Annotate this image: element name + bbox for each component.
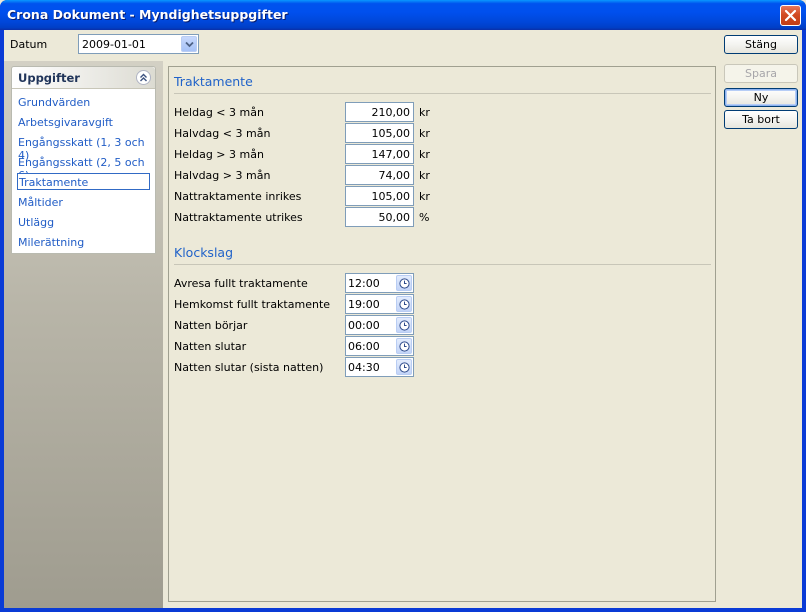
field-label: Heldag > 3 mån xyxy=(174,148,264,161)
content-panel: Traktamente Heldag < 3 mån 210,00 kr Hal… xyxy=(168,66,716,602)
avresa-time-input[interactable]: 12:00 xyxy=(345,273,414,293)
field-label: Nattraktamente utrikes xyxy=(174,211,303,224)
clock-icon xyxy=(398,361,410,373)
time-value: 04:30 xyxy=(348,361,380,374)
datum-label: Datum xyxy=(10,38,48,51)
unit-label: kr xyxy=(419,169,430,182)
collapse-chevrons-icon xyxy=(140,73,147,82)
section-title-klockslag: Klockslag xyxy=(174,245,234,260)
nattraktamente-utrikes-input[interactable]: 50,00 xyxy=(345,207,414,227)
halvdag-gt3-input[interactable]: 74,00 xyxy=(345,165,414,185)
close-dialog-button[interactable]: Stäng xyxy=(724,35,798,54)
sidebar-item-traktamente[interactable]: Traktamente xyxy=(17,173,150,190)
time-value: 06:00 xyxy=(348,340,380,353)
field-label: Halvdag > 3 mån xyxy=(174,169,271,182)
clock-icon xyxy=(398,277,410,289)
datum-value: 2009-01-01 xyxy=(82,38,146,51)
unit-label: kr xyxy=(419,190,430,203)
datum-dropdown-button[interactable] xyxy=(181,36,197,52)
natten-slutar-time-input[interactable]: 06:00 xyxy=(345,336,414,356)
heldag-lt3-input[interactable]: 210,00 xyxy=(345,102,414,122)
close-icon xyxy=(784,9,797,22)
new-button[interactable]: Ny xyxy=(724,88,798,107)
time-picker-button[interactable] xyxy=(396,296,412,312)
natten-slutar-sista-time-input[interactable]: 04:30 xyxy=(345,357,414,377)
save-button[interactable]: Spara xyxy=(724,64,798,83)
section-divider xyxy=(174,93,711,94)
unit-label: kr xyxy=(419,148,430,161)
field-label: Heldag < 3 mån xyxy=(174,106,264,119)
field-label: Nattraktamente inrikes xyxy=(174,190,302,203)
time-value: 00:00 xyxy=(348,319,380,332)
heldag-gt3-input[interactable]: 147,00 xyxy=(345,144,414,164)
halvdag-lt3-input[interactable]: 105,00 xyxy=(345,123,414,143)
field-label: Hemkomst fullt traktamente xyxy=(174,298,331,311)
field-label: Avresa fullt traktamente xyxy=(174,277,308,290)
delete-button[interactable]: Ta bort xyxy=(724,110,798,129)
task-panel: Uppgifter Grundvärden Arbetsgivaravgift … xyxy=(11,66,156,254)
hemkomst-time-input[interactable]: 19:00 xyxy=(345,294,414,314)
sidebar-item-engangsskatt-134[interactable]: Engångsskatt (1, 3 och 4) xyxy=(18,134,149,162)
time-picker-button[interactable] xyxy=(396,317,412,333)
sidebar-item-engangsskatt-256[interactable]: Engångsskatt (2, 5 och 6) xyxy=(18,154,149,182)
section-title-traktamente: Traktamente xyxy=(174,74,253,89)
section-divider xyxy=(174,264,711,265)
clock-icon xyxy=(398,340,410,352)
field-label: Natten slutar (sista natten) xyxy=(174,361,324,374)
unit-label: kr xyxy=(419,127,430,140)
window-title: Crona Dokument - Myndighetsuppgifter xyxy=(7,7,288,22)
sidebar-item-milerattning[interactable]: Milerättning xyxy=(18,234,149,251)
window-close-button[interactable] xyxy=(780,5,801,26)
sidebar-item-utlagg[interactable]: Utlägg xyxy=(18,214,149,231)
time-value: 19:00 xyxy=(348,298,380,311)
time-picker-button[interactable] xyxy=(396,359,412,375)
nattraktamente-inrikes-input[interactable]: 105,00 xyxy=(345,186,414,206)
unit-label: kr xyxy=(419,106,430,119)
datum-combo[interactable]: 2009-01-01 xyxy=(78,34,199,54)
sidebar-item-arbetsgivaravgift[interactable]: Arbetsgivaravgift xyxy=(18,114,149,131)
time-picker-button[interactable] xyxy=(396,338,412,354)
app-window: Crona Dokument - Myndighetsuppgifter Dat… xyxy=(0,0,806,612)
time-value: 12:00 xyxy=(348,277,380,290)
sidebar-item-grundvarden[interactable]: Grundvärden xyxy=(18,94,149,111)
natten-borjar-time-input[interactable]: 00:00 xyxy=(345,315,414,335)
collapse-button[interactable] xyxy=(136,70,151,85)
title-bar[interactable]: Crona Dokument - Myndighetsuppgifter xyxy=(0,0,806,30)
field-label: Halvdag < 3 mån xyxy=(174,127,271,140)
time-picker-button[interactable] xyxy=(396,275,412,291)
clock-icon xyxy=(398,319,410,331)
sidebar-item-maltider[interactable]: Måltider xyxy=(18,194,149,211)
clock-icon xyxy=(398,298,410,310)
field-label: Natten börjar xyxy=(174,319,248,332)
task-panel-title: Uppgifter xyxy=(18,71,80,85)
field-label: Natten slutar xyxy=(174,340,247,353)
window-client: Datum 2009-01-01 Stäng Spara Ny Ta bort … xyxy=(4,30,802,608)
unit-label: % xyxy=(419,211,430,224)
dropdown-arrow-icon xyxy=(184,41,194,47)
task-panel-header[interactable]: Uppgifter xyxy=(12,67,155,89)
